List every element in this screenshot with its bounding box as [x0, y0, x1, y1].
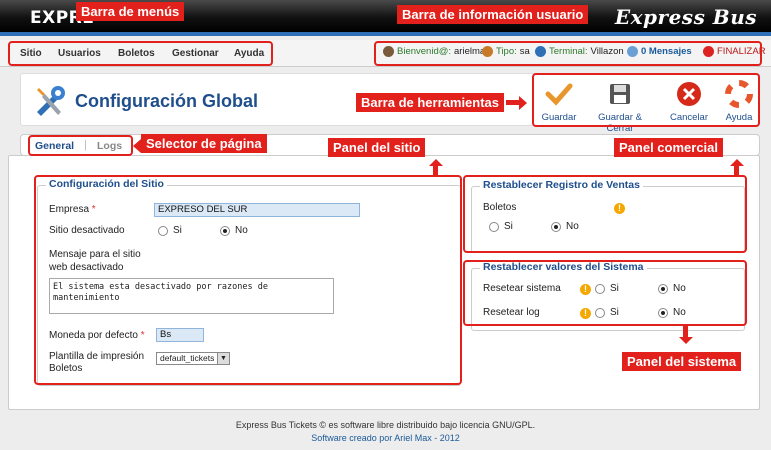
brand-logo: Express Bus — [614, 5, 757, 29]
annotation-panel-sitio: Panel del sitio — [328, 138, 426, 157]
footer-credits[interactable]: Software creado por Ariel Max - 2012 — [0, 433, 771, 443]
annotation-arrow-left — [133, 139, 141, 153]
annotation-arrow-stem — [506, 100, 520, 105]
footer-license: Express Bus Tickets © es software libre … — [235, 420, 536, 430]
footer: Express Bus Tickets © es software libre … — [0, 420, 771, 443]
tools-icon — [37, 86, 65, 116]
annotation-userinfo: Barra de información usuario — [397, 5, 589, 24]
annotation-toolbar: Barra de herramientas — [356, 93, 505, 112]
annotation-arrow-up — [429, 159, 443, 166]
annotation-arrow-stem — [433, 165, 438, 175]
annotation-box-panel-comercial — [463, 175, 747, 253]
annotation-menus: Barra de menús — [76, 2, 185, 21]
annotation-selector: Selector de página — [141, 134, 267, 153]
annotation-box-toolbar — [532, 73, 760, 127]
annotation-panel-comercial: Panel comercial — [614, 138, 723, 157]
annotation-box-menus — [8, 41, 273, 66]
annotation-panel-sistema: Panel del sistema — [622, 352, 742, 371]
annotation-box-panel-sistema — [463, 260, 747, 326]
annotation-box-selector — [28, 135, 133, 156]
annotation-arrow-right — [519, 96, 527, 110]
annotation-arrow-stem — [734, 165, 739, 175]
annotation-box-userinfo — [374, 41, 762, 66]
annotation-box-panel-sitio — [34, 175, 462, 385]
page-title: Configuración Global — [75, 91, 258, 111]
annotation-arrow-down — [679, 337, 693, 344]
annotation-arrow-up — [730, 159, 744, 166]
